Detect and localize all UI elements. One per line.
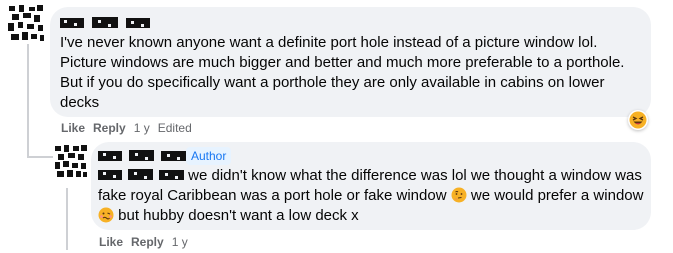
edited-label[interactable]: Edited: [158, 121, 192, 135]
avatar-redacted-icon: [54, 144, 88, 180]
reply-text-part3: but hubby doesn't want a low deck x: [114, 207, 359, 224]
mention-link[interactable]: [98, 168, 184, 182]
thread-line: [27, 40, 29, 158]
author-badge: Author: [186, 147, 232, 165]
reply-avatar[interactable]: [54, 144, 88, 180]
reaction-badge[interactable]: [628, 110, 648, 130]
reply-actions: Like Reply 1 y: [99, 235, 188, 249]
thinking-emoji-icon: [451, 187, 467, 203]
redacted-name: [98, 149, 186, 163]
comment-bubble: I've never known anyone want a definite …: [50, 7, 651, 117]
reply-bubble: Author we didn't know what the differenc…: [91, 142, 651, 230]
reply-button[interactable]: Reply: [131, 235, 164, 249]
reply-author[interactable]: Author: [98, 146, 644, 166]
comment-timestamp[interactable]: 1 y: [134, 121, 150, 135]
reply-text-part2: we would prefer a window: [466, 187, 644, 204]
woozy-emoji-icon: [98, 207, 114, 223]
comment-actions: Like Reply 1 y Edited: [61, 121, 192, 135]
like-button[interactable]: Like: [61, 121, 85, 135]
comment-text: I've never known anyone want a definite …: [60, 34, 625, 111]
redacted-name: [60, 16, 150, 30]
reply-text: we didn't know what the difference was l…: [98, 166, 644, 226]
avatar[interactable]: [7, 4, 45, 44]
thread-connector: [27, 156, 53, 158]
reply-timestamp[interactable]: 1 y: [172, 235, 188, 249]
like-button[interactable]: Like: [99, 235, 123, 249]
avatar-redacted-icon: [7, 4, 45, 44]
comment-author[interactable]: [60, 13, 641, 33]
laughing-emoji-icon: [629, 111, 647, 129]
reply-thread-line: [66, 188, 68, 250]
reply-button[interactable]: Reply: [93, 121, 126, 135]
